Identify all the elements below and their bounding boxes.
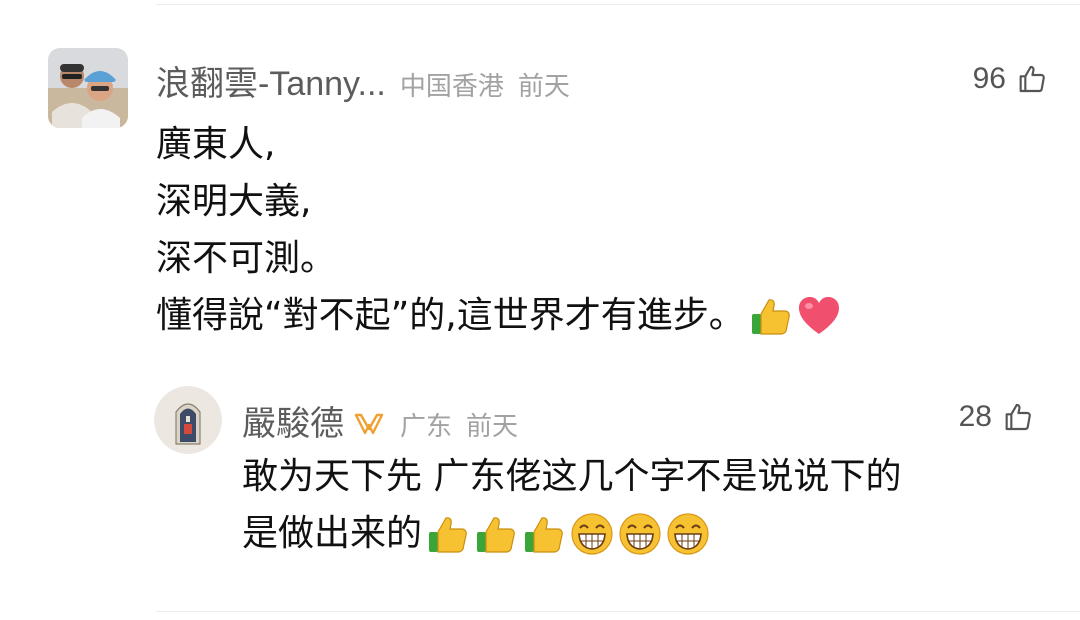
thumbs-up-emoji <box>477 516 515 553</box>
thumbs-up-emoji <box>525 516 563 553</box>
username[interactable]: 嚴駿德 <box>242 396 344 445</box>
avatar[interactable] <box>154 386 222 454</box>
thumbs-up-icon <box>1005 403 1031 431</box>
comment-body: 敢为天下先 广东佬这几个字不是说说下的 是做出来的 <box>242 448 901 562</box>
comment-meta: 广东 前天 <box>400 406 518 443</box>
timestamp: 前天 <box>517 72 570 102</box>
heart-emoji <box>798 296 839 334</box>
comment-line: 深不可測。 <box>156 238 337 279</box>
thumbs-up-emoji <box>751 298 790 335</box>
thumbs-up-icon <box>1019 65 1045 93</box>
username[interactable]: 浪翻雲-Tanny... <box>156 56 386 105</box>
comment-line-last: 是做出来的 <box>242 505 901 562</box>
comment-line-text: 是做出来的 <box>242 513 423 554</box>
location: 中国香港 <box>399 72 504 102</box>
grin-emoji <box>667 512 709 555</box>
thumbs-up-emoji <box>429 516 467 553</box>
comment-line: 廣東人, <box>156 124 276 165</box>
comment-line: 敢为天下先 广东佬这几个字不是说说下的 <box>242 456 902 497</box>
like-button[interactable]: 96 <box>973 62 1048 96</box>
vip-badge-icon <box>354 413 384 435</box>
comment-header: 浪翻雲-Tanny... 中国香港 前天 <box>156 56 570 105</box>
comment-body: 廣東人, 深明大義, 深不可測。 懂得說“對不起”的,這世界才有進步。 <box>156 116 841 344</box>
grin-emoji <box>619 512 661 555</box>
like-count: 96 <box>972 62 1006 95</box>
avatar[interactable] <box>48 48 128 128</box>
comment-meta: 中国香港 前天 <box>400 66 570 103</box>
top-divider <box>156 4 1080 5</box>
like-button[interactable]: 28 <box>959 400 1034 434</box>
comment-header: 嚴駿德 广东 前天 <box>242 396 518 445</box>
location: 广东 <box>400 412 453 442</box>
bottom-divider <box>156 611 1080 612</box>
grin-emoji <box>571 512 613 555</box>
comment-line: 深明大義, <box>156 181 312 222</box>
timestamp: 前天 <box>466 412 519 442</box>
comment-line-last: 懂得說“對不起”的,這世界才有進步。 <box>156 287 841 344</box>
like-count: 28 <box>958 400 992 433</box>
comment-line-text: 懂得說“對不起”的,這世界才有進步。 <box>156 295 745 336</box>
